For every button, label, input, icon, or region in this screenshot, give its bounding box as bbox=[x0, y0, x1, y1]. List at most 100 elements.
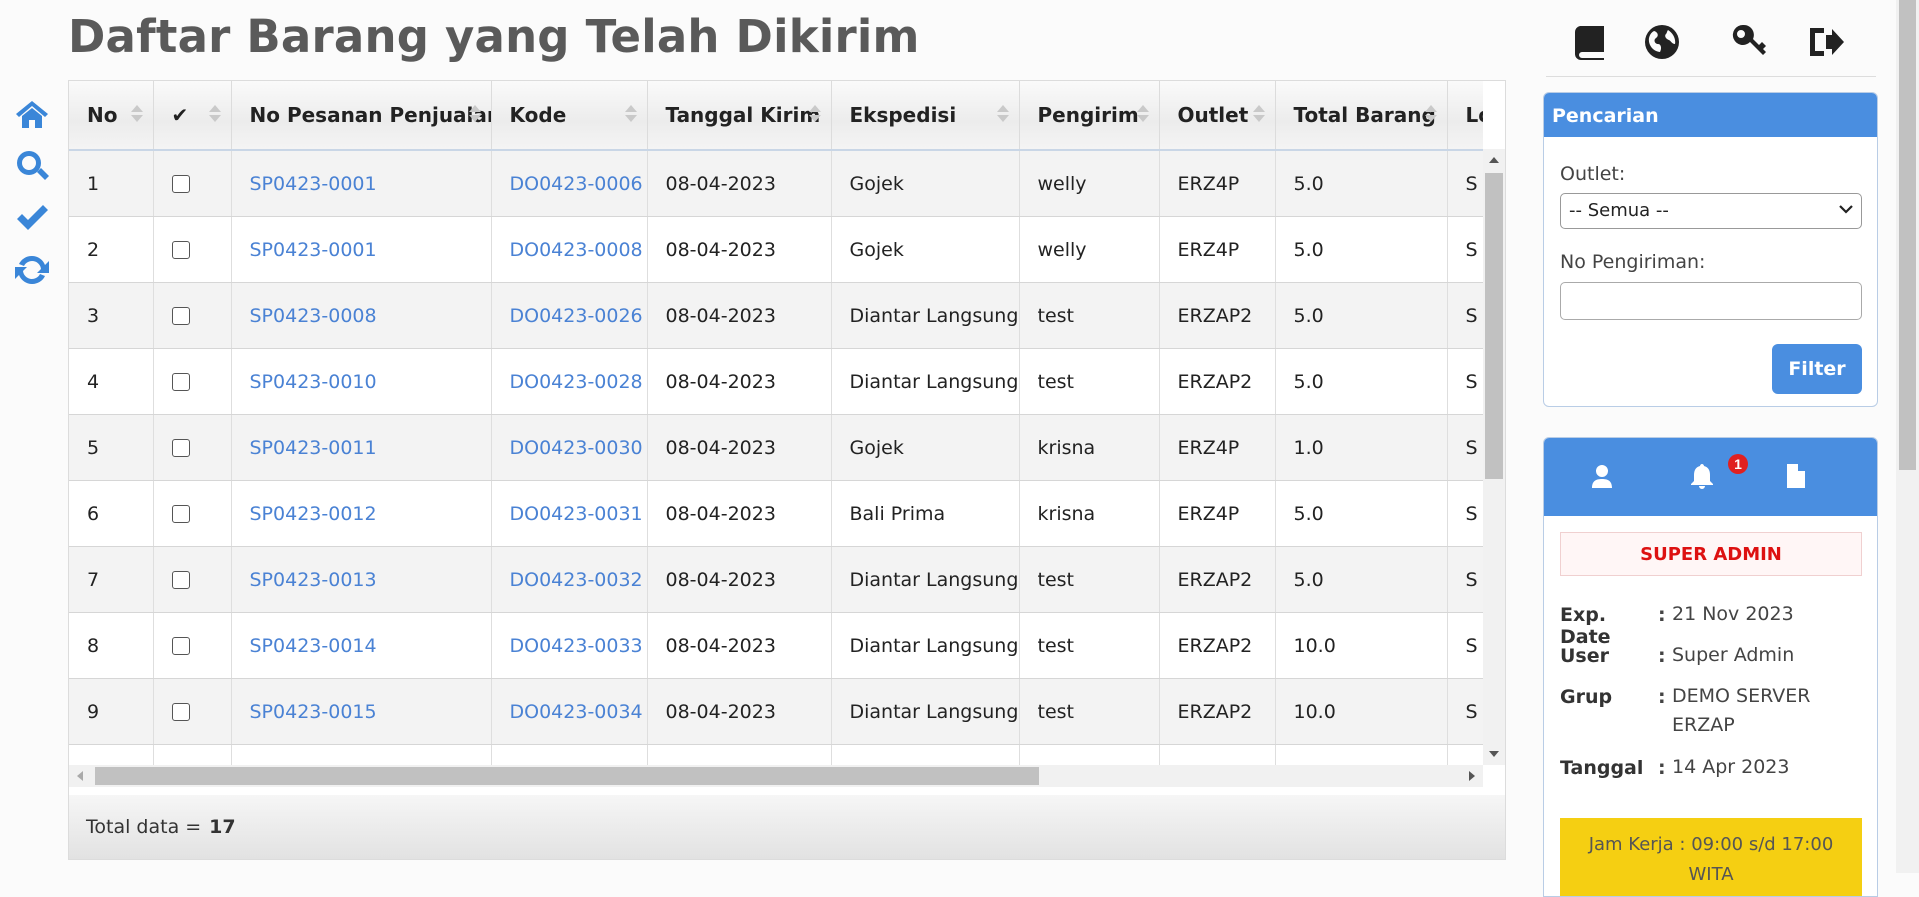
kode-link[interactable]: DO0423-0034 bbox=[510, 701, 643, 723]
kode-link[interactable]: DO0423-0028 bbox=[510, 371, 643, 393]
row-checkbox[interactable] bbox=[171, 439, 190, 457]
pesanan-link[interactable]: SP0423-0014 bbox=[250, 635, 377, 657]
table-row: 8 SP0423-0014 DO0423-0033 08-04-2023 Dia… bbox=[69, 612, 1483, 679]
pesanan-link[interactable]: SP0423-0001 bbox=[250, 173, 377, 195]
document-icon[interactable] bbox=[1782, 462, 1814, 494]
cell-tanggal: 08-04-2023 bbox=[647, 150, 832, 217]
user-icon[interactable] bbox=[1588, 462, 1620, 494]
kode-link[interactable]: DO0423-0030 bbox=[510, 437, 643, 459]
col-ekspedisi[interactable]: Ekspedisi bbox=[831, 81, 1020, 151]
scroll-left-arrow-icon[interactable] bbox=[77, 771, 83, 781]
cell-no: 3 bbox=[69, 282, 154, 349]
kode-link[interactable]: DO0423-0008 bbox=[510, 239, 643, 261]
pesanan-link[interactable]: SP0423-0015 bbox=[250, 701, 377, 723]
total-data-label: Total data = bbox=[86, 816, 202, 838]
pesanan-link[interactable]: SP0423-0008 bbox=[250, 305, 377, 327]
cell-no: 8 bbox=[69, 612, 154, 679]
home-icon[interactable] bbox=[14, 96, 54, 148]
col-outlet[interactable]: Outlet bbox=[1159, 81, 1276, 151]
scrollbar-thumb[interactable] bbox=[95, 767, 1039, 785]
row-checkbox[interactable] bbox=[171, 505, 190, 523]
table-vertical-scrollbar[interactable] bbox=[1483, 149, 1505, 765]
kode-link[interactable]: DO0423-0006 bbox=[510, 173, 643, 195]
globe-icon[interactable] bbox=[1642, 22, 1686, 66]
cell-ekspedisi: Diantar Langsung bbox=[831, 282, 1020, 349]
key-icon[interactable] bbox=[1730, 22, 1774, 66]
no-pengiriman-label: No Pengiriman: bbox=[1560, 251, 1706, 273]
filter-button[interactable]: Filter bbox=[1772, 344, 1862, 394]
cell-outlet: ERZ4P bbox=[1159, 216, 1276, 283]
scrollbar-thumb[interactable] bbox=[1899, 0, 1916, 470]
pesanan-link[interactable]: SP0423-0001 bbox=[250, 239, 377, 261]
cell-tanggal: 08-04-2023 bbox=[647, 414, 832, 481]
scroll-right-arrow-icon[interactable] bbox=[1469, 771, 1475, 781]
kode-link[interactable]: DO0423-0032 bbox=[510, 569, 643, 591]
table-row: 9 SP0423-0015 DO0423-0034 08-04-2023 Dia… bbox=[69, 678, 1483, 745]
cell-pengirim: krisna bbox=[1019, 414, 1160, 481]
outlet-select[interactable]: -- Semua -- bbox=[1560, 193, 1862, 229]
col-no-pesanan[interactable]: No Pesanan Penjualan bbox=[231, 81, 492, 151]
bell-icon[interactable] bbox=[1688, 462, 1720, 494]
no-pengiriman-input[interactable] bbox=[1560, 282, 1862, 320]
cell-outlet: ERZAP2 bbox=[1159, 546, 1276, 613]
search-icon[interactable] bbox=[14, 148, 54, 200]
notification-badge: 1 bbox=[1728, 454, 1748, 474]
kode-link[interactable]: DO0423-0033 bbox=[510, 635, 643, 657]
cell-no: 1 bbox=[69, 150, 154, 217]
cell-tanggal: 08-04-2023 bbox=[647, 216, 832, 283]
cell-outlet: ERZAP2 bbox=[1159, 348, 1276, 415]
cell-no: 4 bbox=[69, 348, 154, 415]
cell-outlet: ERZAP2 bbox=[1159, 612, 1276, 679]
sort-icon bbox=[996, 103, 1009, 125]
refresh-icon[interactable] bbox=[14, 252, 54, 304]
cell-total: 5.0 bbox=[1275, 480, 1448, 547]
pesanan-link[interactable]: SP0423-0010 bbox=[250, 371, 377, 393]
col-kode[interactable]: Kode bbox=[491, 81, 648, 151]
cell-pengirim: test bbox=[1019, 348, 1160, 415]
cell-total: 10.0 bbox=[1275, 612, 1448, 679]
col-pengirim[interactable]: Pengirim bbox=[1019, 81, 1160, 151]
pesanan-link[interactable]: SP0423-0013 bbox=[250, 569, 377, 591]
row-checkbox[interactable] bbox=[171, 571, 190, 589]
col-tanggal-kirim[interactable]: Tanggal Kirim bbox=[647, 81, 832, 151]
pesanan-link[interactable]: SP0423-0012 bbox=[250, 503, 377, 525]
cell-tanggal: 08-04-2023 bbox=[647, 282, 832, 349]
col-log[interactable]: Log bbox=[1447, 81, 1483, 151]
sort-icon bbox=[208, 103, 221, 125]
scrollbar-thumb[interactable] bbox=[1485, 173, 1503, 479]
scroll-down-arrow-icon[interactable] bbox=[1489, 751, 1499, 757]
book-icon[interactable] bbox=[1570, 22, 1614, 66]
check-icon[interactable] bbox=[14, 200, 54, 252]
row-checkbox[interactable] bbox=[171, 307, 190, 325]
col-total-barang[interactable]: Total Barang bbox=[1275, 81, 1448, 151]
kode-link[interactable]: DO0423-0026 bbox=[510, 305, 643, 327]
cell-pengirim: test bbox=[1019, 546, 1160, 613]
table-horizontal-scrollbar[interactable] bbox=[69, 765, 1483, 787]
table-row: 2 SP0423-0001 DO0423-0008 08-04-2023 Goj… bbox=[69, 216, 1483, 283]
top-toolbar bbox=[1570, 22, 1880, 72]
logout-icon[interactable] bbox=[1806, 22, 1850, 66]
sort-icon bbox=[1252, 103, 1265, 125]
pesanan-link[interactable]: SP0423-0011 bbox=[250, 437, 377, 459]
outlet-label: Outlet: bbox=[1560, 163, 1626, 185]
row-checkbox[interactable] bbox=[171, 175, 190, 193]
row-checkbox[interactable] bbox=[171, 703, 190, 721]
row-checkbox[interactable] bbox=[171, 373, 190, 391]
cell-no: 5 bbox=[69, 414, 154, 481]
cell-log: S bbox=[1447, 414, 1483, 481]
row-checkbox[interactable] bbox=[171, 637, 190, 655]
cell-total: 5.0 bbox=[1275, 546, 1448, 613]
table-row: 5 SP0423-0011 DO0423-0030 08-04-2023 Goj… bbox=[69, 414, 1483, 481]
cell-log: S bbox=[1447, 348, 1483, 415]
cell-ekspedisi: Diantar Langsung bbox=[831, 546, 1020, 613]
col-check[interactable]: ✔ bbox=[153, 81, 232, 151]
scroll-up-arrow-icon[interactable] bbox=[1489, 157, 1499, 163]
cell-tanggal: 08-04-2023 bbox=[647, 678, 832, 745]
page-scrollbar[interactable] bbox=[1896, 0, 1919, 873]
cell-log: S bbox=[1447, 678, 1483, 745]
cell-ekspedisi: Diantar Langsung bbox=[831, 678, 1020, 745]
kode-link[interactable]: DO0423-0031 bbox=[510, 503, 643, 525]
row-checkbox[interactable] bbox=[171, 241, 190, 259]
cell-total: 5.0 bbox=[1275, 348, 1448, 415]
col-no[interactable]: No bbox=[69, 81, 154, 151]
